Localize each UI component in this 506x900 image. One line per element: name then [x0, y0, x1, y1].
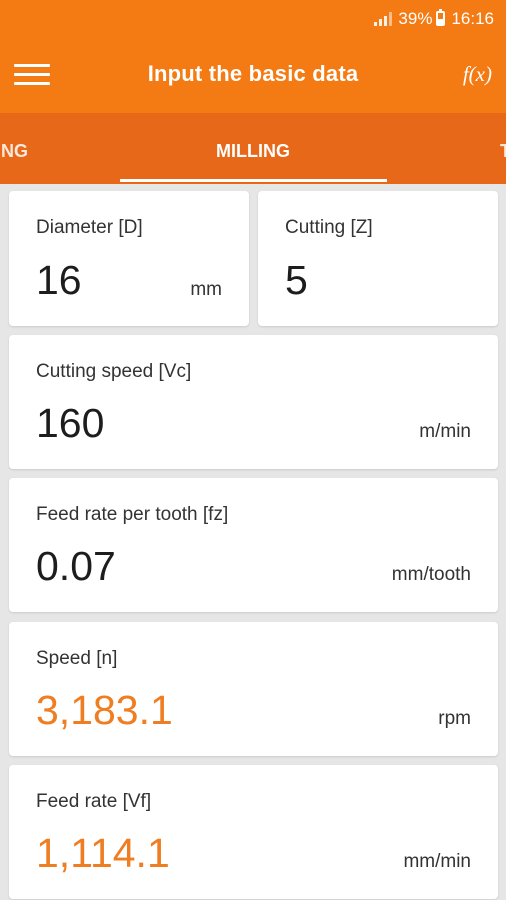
app-bar: Input the basic data f(x) — [0, 37, 506, 113]
speed-value: 3,183.1 — [36, 687, 173, 733]
speed-unit: rpm — [438, 708, 471, 729]
battery-icon — [436, 9, 446, 26]
page-title: Input the basic data — [147, 61, 359, 86]
cutting-label: Cutting [Z] — [285, 217, 373, 238]
cutting-speed-unit: m/min — [419, 421, 471, 442]
battery-percent: 39% — [398, 8, 433, 28]
cutting-speed-field[interactable]: Cutting speed [Vc] 160 m/min — [9, 335, 498, 469]
cutting-value[interactable]: 5 — [285, 257, 308, 304]
feed-rate-value: 1,114.1 — [36, 830, 170, 876]
diameter-unit: mm — [190, 279, 222, 300]
tab-bar: NG MILLING T — [0, 113, 506, 184]
diameter-value[interactable]: 16 — [36, 257, 82, 304]
feed-per-tooth-field[interactable]: Feed rate per tooth [fz] 0.07 mm/tooth — [9, 478, 498, 612]
diameter-label: Diameter [D] — [36, 217, 143, 238]
feed-per-tooth-value[interactable]: 0.07 — [36, 543, 116, 590]
feed-rate-field: Feed rate [Vf] 1,114.1 mm/min — [9, 765, 498, 899]
cutting-field[interactable]: Cutting [Z] 5 — [258, 191, 498, 326]
feed-rate-label: Feed rate [Vf] — [36, 791, 152, 812]
tab-milling[interactable]: MILLING — [0, 141, 506, 162]
speed-field: Speed [n] 3,183.1 rpm — [9, 622, 498, 756]
feed-per-tooth-label: Feed rate per tooth [fz] — [36, 504, 229, 525]
cutting-speed-label: Cutting speed [Vc] — [36, 361, 192, 382]
cutting-speed-value[interactable]: 160 — [36, 400, 104, 447]
tab-indicator — [120, 179, 387, 182]
speed-label: Speed [n] — [36, 648, 118, 669]
diameter-field[interactable]: Diameter [D] 16 mm — [9, 191, 249, 326]
signal-icon — [374, 11, 393, 26]
feed-per-tooth-unit: mm/tooth — [391, 564, 471, 585]
tab-next[interactable]: T — [500, 141, 506, 162]
formula-button[interactable]: f(x) — [463, 62, 492, 87]
feed-rate-unit: mm/min — [403, 851, 471, 872]
status-bar: 39% 16:16 — [0, 0, 506, 37]
status-time: 16:16 — [451, 8, 494, 28]
